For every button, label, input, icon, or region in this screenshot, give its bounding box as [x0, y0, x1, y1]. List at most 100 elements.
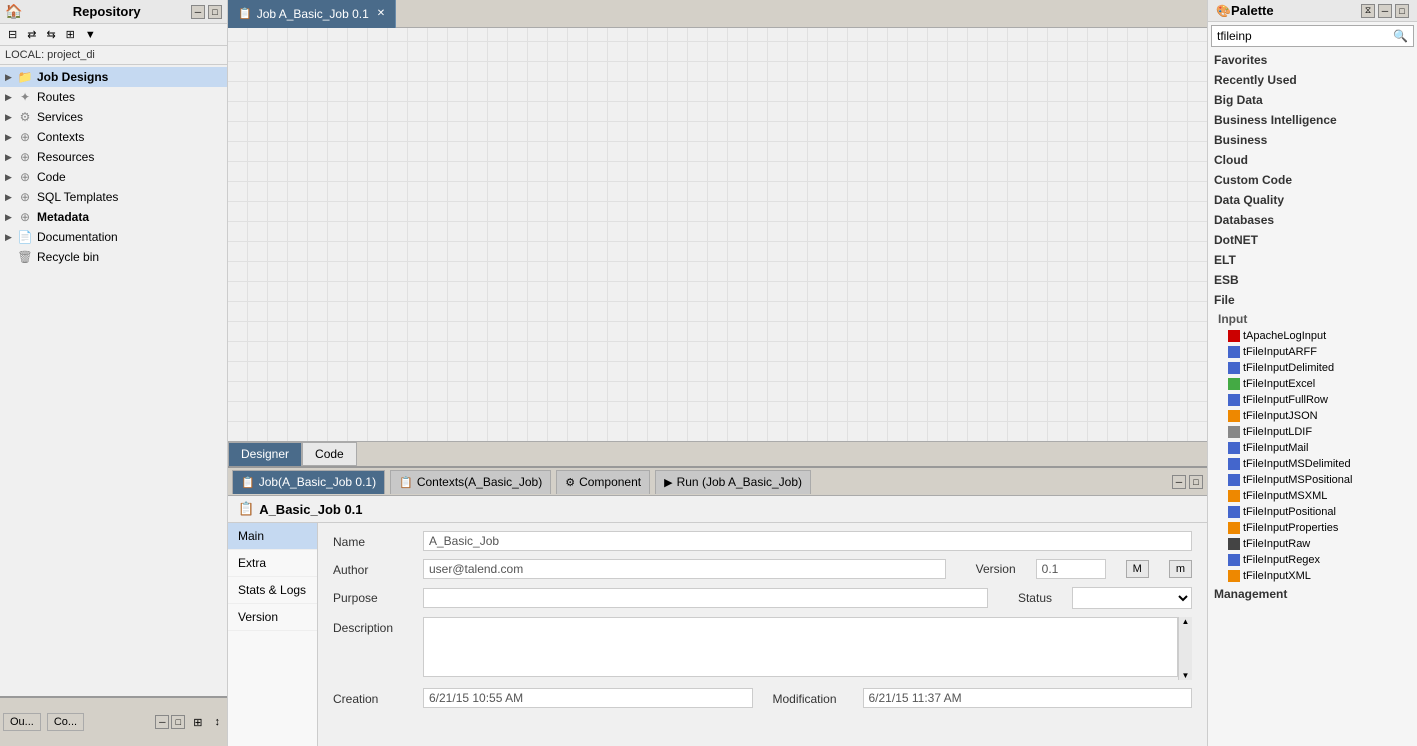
palette-cat-big-data[interactable]: Big Data [1208, 90, 1417, 110]
palette-search-bar: 🔍 [1211, 25, 1414, 47]
purpose-input[interactable] [423, 588, 988, 608]
palette-cat-databases[interactable]: Databases [1208, 210, 1417, 230]
palette-panel: 🎨 Palette ⧖ ─ □ 🔍 Favorites Recently Use… [1207, 0, 1417, 746]
palette-item-tfileinputexcel[interactable]: tFileInputExcel [1208, 376, 1417, 392]
designer-canvas[interactable] [228, 28, 1207, 441]
link-btn[interactable]: ⇄ [23, 26, 40, 43]
left-column: 🏠 Repository ─ □ ⊟ ⇄ ⇆ ⊞ ▼ LOCAL: projec… [0, 0, 228, 746]
tree-item-code[interactable]: ▶ ⊕ Code [0, 167, 227, 187]
designer-tab[interactable]: Designer [228, 442, 302, 466]
author-input[interactable] [423, 559, 946, 579]
tree-item-documentation[interactable]: ▶ 📄 Documentation [0, 227, 227, 247]
palette-item-tfileinputfullrow[interactable]: tFileInputFullRow [1208, 392, 1417, 408]
tree-item-job-designs[interactable]: ▶ 📁 Job Designs [0, 67, 227, 87]
nav-main[interactable]: Main [228, 523, 317, 550]
version-input[interactable] [1036, 559, 1106, 579]
palette-item-tfileinputldif[interactable]: tFileInputLDIF [1208, 424, 1417, 440]
palette-cat-recently-used[interactable]: Recently Used [1208, 70, 1417, 90]
palette-item-tfileinputproperties[interactable]: tFileInputProperties [1208, 520, 1417, 536]
palette-item-tfileinputarff[interactable]: tFileInputARFF [1208, 344, 1417, 360]
palette-item-tfileinputpositional[interactable]: tFileInputPositional [1208, 504, 1417, 520]
tree-item-routes[interactable]: ▶ ✦ Routes [0, 87, 227, 107]
palette-cat-business[interactable]: Business [1208, 130, 1417, 150]
tree-item-recycle-bin[interactable]: 🗑 Recycle bin [0, 247, 227, 267]
bottom-tab-contexts[interactable]: 📋 Contexts(A_Basic_Job) [390, 470, 551, 494]
palette-item-tfileinputjson[interactable]: tFileInputJSON [1208, 408, 1417, 424]
palette-item-label-arff: tFileInputARFF [1243, 346, 1317, 358]
status-select[interactable] [1072, 587, 1192, 609]
tree-item-contexts[interactable]: ▶ ⊕ Contexts [0, 127, 227, 147]
bottom-tab-component[interactable]: ⚙ Component [556, 470, 650, 494]
main-editor-tab[interactable]: 📋 Job A_Basic_Job 0.1 ✕ [228, 0, 396, 28]
palette-item-tfileinputmspositional[interactable]: tFileInputMSPositional [1208, 472, 1417, 488]
app-container: 🏠 Repository ─ □ ⊟ ⇄ ⇆ ⊞ ▼ LOCAL: projec… [0, 0, 1417, 746]
palette-cat-cloud[interactable]: Cloud [1208, 150, 1417, 170]
version-m2-btn[interactable]: m [1169, 560, 1192, 578]
palette-item-tfileinputraw[interactable]: tFileInputRaw [1208, 536, 1417, 552]
palette-cat-favorites[interactable]: Favorites [1208, 50, 1417, 70]
link2-btn[interactable]: ⇆ [42, 26, 59, 43]
palette-item-tfileinputxml[interactable]: tFileInputXML [1208, 568, 1417, 584]
palette-item-label-delimited: tFileInputDelimited [1243, 362, 1334, 374]
bottom-tab-ctx-icon: 📋 [399, 476, 413, 489]
palette-item-tfileinputregex[interactable]: tFileInputRegex [1208, 552, 1417, 568]
tree-label-sql: SQL Templates [37, 190, 118, 204]
palette-cat-dotnet[interactable]: DotNET [1208, 230, 1417, 250]
palette-item-tfileinputmail[interactable]: tFileInputMail [1208, 440, 1417, 456]
palette-item-label-excel: tFileInputExcel [1243, 378, 1315, 390]
grid-btn[interactable]: ⊞ [62, 26, 79, 43]
palette-min-btn[interactable]: ─ [1378, 4, 1392, 18]
repo-minimize-btn[interactable]: ─ [191, 5, 205, 19]
tab-close-btn[interactable]: ✕ [377, 8, 385, 19]
bottom-maximize-btn[interactable]: □ [1189, 475, 1203, 489]
bottom-minimize-btn[interactable]: ─ [1172, 475, 1186, 489]
palette-max-btn[interactable]: □ [1395, 4, 1409, 18]
palette-item-tfileinputmsxml[interactable]: tFileInputMSXML [1208, 488, 1417, 504]
repo-maximize-btn[interactable]: □ [208, 5, 222, 19]
palette-cat-business-intelligence[interactable]: Business Intelligence [1208, 110, 1417, 130]
palette-item-tapacheloginput[interactable]: tApacheLogInput [1208, 328, 1417, 344]
palette-cat-elt[interactable]: ELT [1208, 250, 1417, 270]
palette-cat-management[interactable]: Management [1208, 584, 1417, 604]
left-bottom-btn1[interactable]: ⊞ [189, 714, 206, 731]
filter-icon-btn[interactable]: ⧖ [1361, 4, 1375, 18]
name-input[interactable] [423, 531, 1192, 551]
creation-label: Creation [333, 688, 423, 706]
bottom-tab-comp-icon: ⚙ [565, 476, 575, 489]
component-outline-tab[interactable]: Co... [47, 713, 84, 731]
bottom-tab-run[interactable]: ▶ Run (Job A_Basic_Job) [655, 470, 811, 494]
palette-item-label-mail: tFileInputMail [1243, 442, 1308, 454]
routes-icon: ✦ [17, 89, 33, 105]
description-wrapper: ▲ ▼ [423, 617, 1192, 680]
description-input[interactable] [423, 617, 1178, 677]
center-top: 📋 Job A_Basic_Job 0.1 ✕ Designer Code [228, 0, 1207, 466]
palette-search-input[interactable] [1212, 26, 1388, 46]
code-tab[interactable]: Code [302, 442, 357, 466]
tree-item-metadata[interactable]: ▶ ⊕ Metadata [0, 207, 227, 227]
tree-item-resources[interactable]: ▶ ⊕ Resources [0, 147, 227, 167]
item-color-props [1228, 522, 1240, 534]
main-layout: 🏠 Repository ─ □ ⊟ ⇄ ⇆ ⊞ ▼ LOCAL: projec… [0, 0, 1417, 746]
palette-cat-data-quality[interactable]: Data Quality [1208, 190, 1417, 210]
tree-item-services[interactable]: ▶ ⚙ Services [0, 107, 227, 127]
version-m-btn[interactable]: M [1126, 560, 1149, 578]
palette-title: Palette [1231, 3, 1274, 18]
palette-cat-file[interactable]: File [1208, 290, 1417, 310]
bottom-tab-job[interactable]: 📋 Job(A_Basic_Job 0.1) [232, 470, 385, 494]
nav-version[interactable]: Version [228, 604, 317, 631]
nav-stats-logs[interactable]: Stats & Logs [228, 577, 317, 604]
tree-label-routes: Routes [37, 90, 75, 104]
palette-cat-esb[interactable]: ESB [1208, 270, 1417, 290]
left-bottom-max[interactable]: □ [171, 715, 185, 729]
scroll-up-icon: ▲ [1182, 617, 1190, 626]
left-bottom-min[interactable]: ─ [155, 715, 169, 729]
outline-tab[interactable]: Ou... [3, 713, 41, 731]
collapse-all-btn[interactable]: ⊟ [4, 26, 21, 43]
left-bottom-btn2[interactable]: ↕ [211, 714, 225, 730]
nav-extra[interactable]: Extra [228, 550, 317, 577]
tree-item-sql-templates[interactable]: ▶ ⊕ SQL Templates [0, 187, 227, 207]
palette-item-tfileinputdelimited[interactable]: tFileInputDelimited [1208, 360, 1417, 376]
palette-cat-custom-code[interactable]: Custom Code [1208, 170, 1417, 190]
dropdown-btn[interactable]: ▼ [81, 27, 100, 43]
palette-item-tfileinputmsdelimited[interactable]: tFileInputMSDelimited [1208, 456, 1417, 472]
